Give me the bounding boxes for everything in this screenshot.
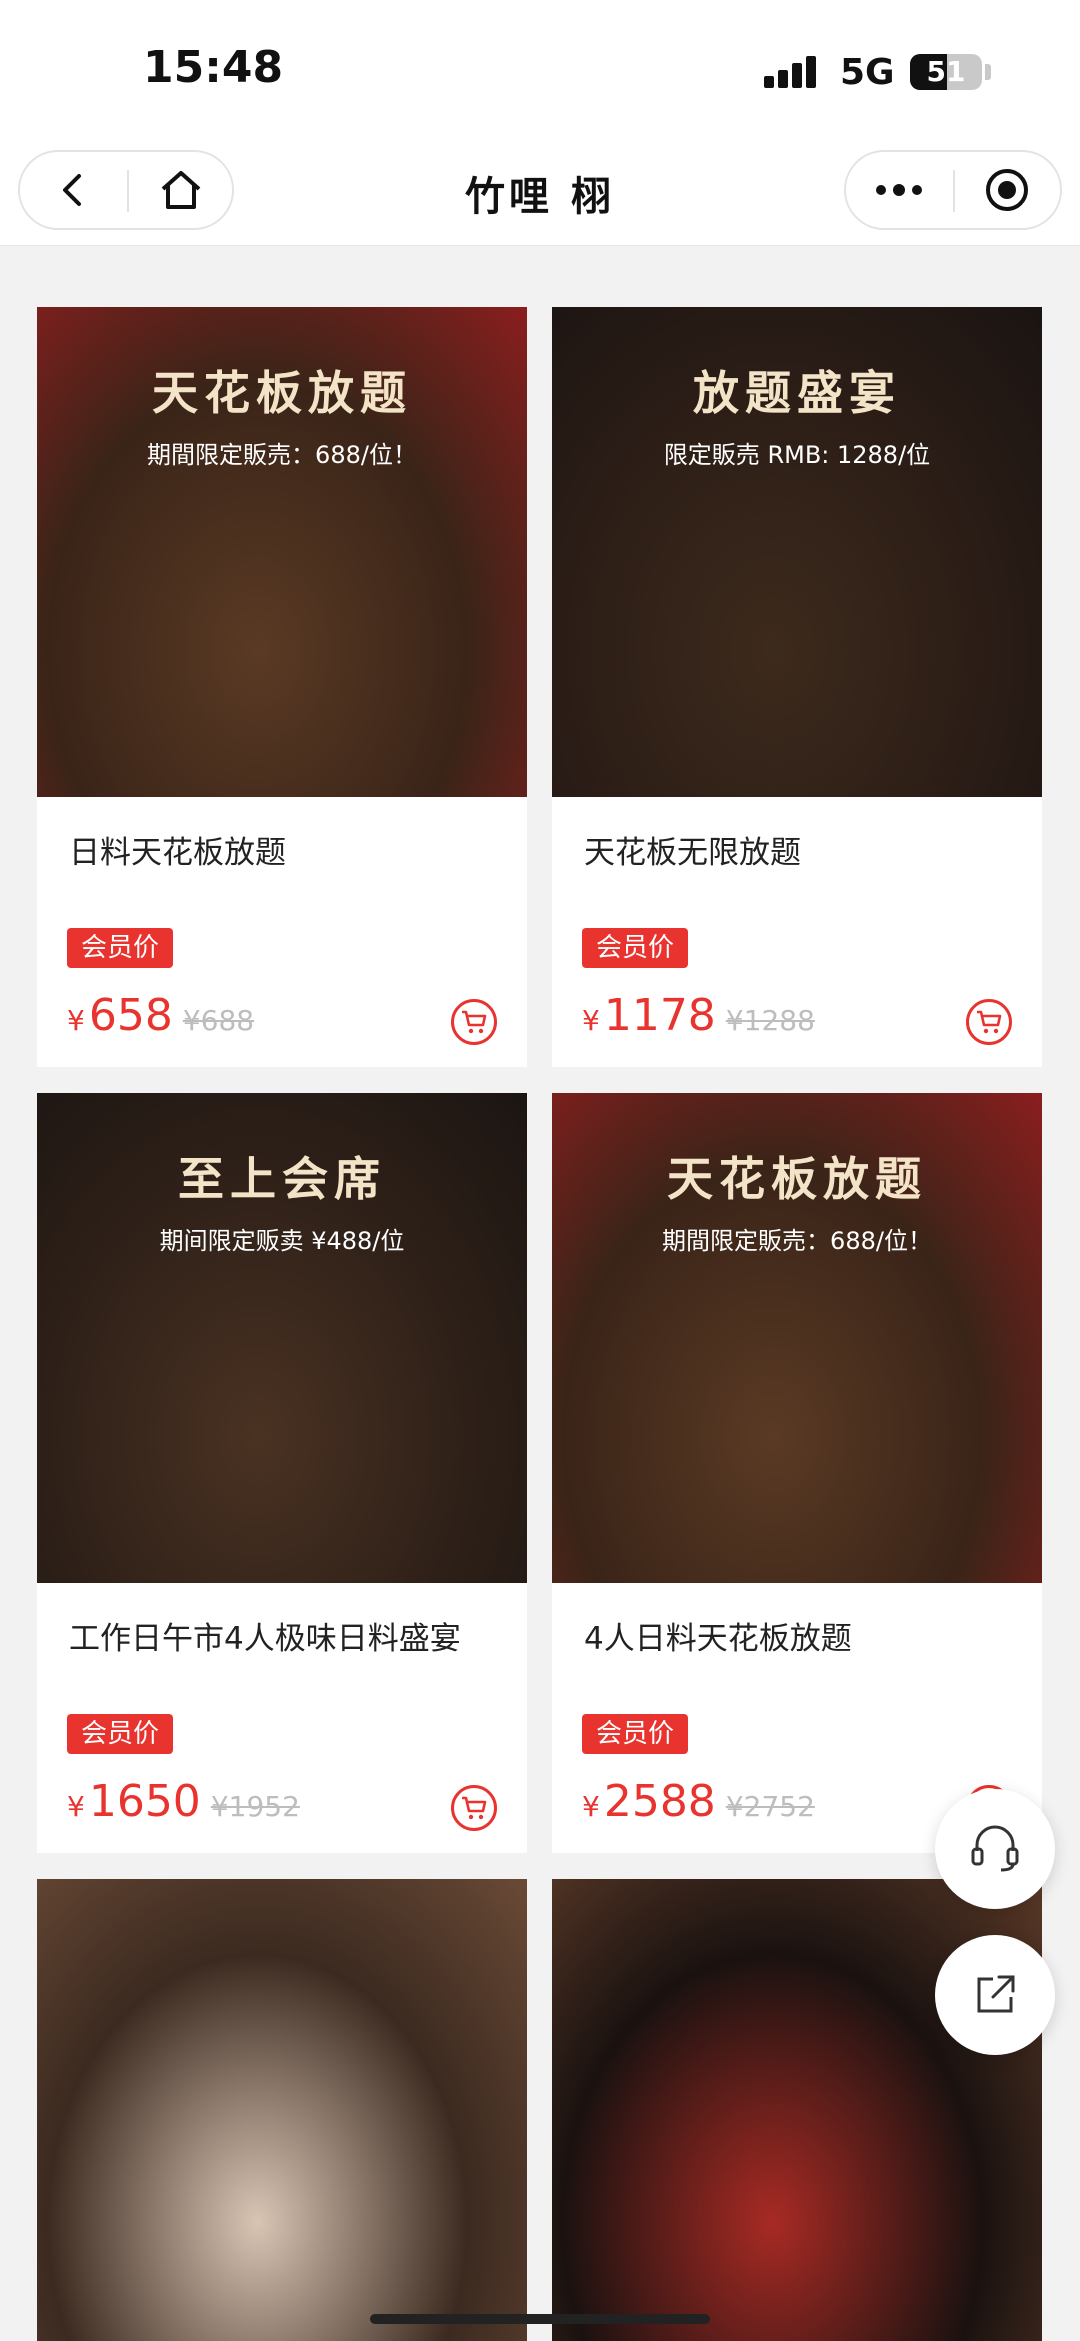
product-name: 4人日料天花板放题 [584,1621,852,1657]
image-subline: 限定販売 RMB: 1288/位 [663,441,931,469]
price-row: ¥ 1178 ¥1288 [582,990,815,1041]
product-image[interactable]: 天花板放题 期間限定販売：688/位！ [552,1093,1042,1583]
status-bar: 15:48 5G 51 [0,0,1080,150]
close-button[interactable] [954,152,1060,228]
cart-icon [462,1010,487,1034]
price-value: 2588 [603,1776,716,1827]
product-card[interactable]: 天花板放题 期間限定販売：688/位！ 4人日料天花板放题 会员价 ¥ 2588… [552,1093,1042,1853]
original-price: ¥688 [182,1004,255,1037]
price-value: 1650 [88,1776,201,1827]
share-button[interactable] [935,1935,1055,2055]
cart-icon [462,1796,487,1820]
member-price-tag: 会员价 [67,928,174,968]
battery-level: 51 [926,55,966,88]
image-subline: 期間限定販売：688/位！ [662,1227,932,1255]
price-value: 1178 [603,990,716,1041]
network-type: 5G [840,52,895,93]
original-price: ¥1288 [725,1004,815,1037]
product-name: 日料天花板放题 [69,835,286,871]
customer-service-button[interactable] [935,1789,1055,1909]
nav-bar: 竹哩 栩 [0,150,1080,246]
status-time: 15:48 [143,42,284,93]
product-card[interactable]: 放题盛宴 限定販売 RMB: 1288/位 天花板无限放题 会员价 ¥ 1178… [552,307,1042,1067]
add-to-cart-button[interactable] [451,1785,497,1831]
product-image[interactable]: 放题盛宴 限定販売 RMB: 1288/位 [552,307,1042,797]
add-to-cart-button[interactable] [966,999,1012,1045]
price-value: 658 [88,990,173,1041]
original-price: ¥2752 [725,1790,815,1823]
member-price-tag: 会员价 [582,928,689,968]
add-to-cart-button[interactable] [451,999,497,1045]
product-image[interactable] [37,1879,527,2341]
product-image[interactable]: 至上会席 期间限定贩卖 ¥488/位 [37,1093,527,1583]
currency-symbol: ¥ [582,1004,600,1037]
product-card[interactable]: 至上会席 期间限定贩卖 ¥488/位 工作日午市4人极味日料盛宴 会员价 ¥ 1… [37,1093,527,1853]
currency-symbol: ¥ [67,1790,85,1823]
product-name: 工作日午市4人极味日料盛宴 [69,1621,461,1657]
member-price-tag: 会员价 [67,1714,174,1754]
currency-symbol: ¥ [67,1004,85,1037]
home-indicator [370,2314,710,2324]
capsule-close-icon [986,169,1028,211]
member-price-tag: 会员价 [582,1714,689,1754]
more-button[interactable] [846,152,952,228]
more-dots-icon [876,184,922,196]
headset-icon [971,1825,1019,1872]
battery-icon: 51 [910,54,982,90]
share-icon [977,1975,1015,2013]
price-row: ¥ 658 ¥688 [67,990,254,1041]
product-card[interactable] [37,1879,527,2341]
image-subline: 期間限定販売：688/位！ [147,441,417,469]
signal-icon [764,54,824,88]
currency-symbol: ¥ [582,1790,600,1823]
price-row: ¥ 1650 ¥1952 [67,1776,300,1827]
battery-cap [985,64,991,80]
image-headline: 天花板放题 [667,1152,927,1206]
price-row: ¥ 2588 ¥2752 [582,1776,815,1827]
image-subline: 期间限定贩卖 ¥488/位 [159,1227,405,1255]
image-headline: 放题盛宴 [693,366,901,420]
nav-right-capsule [844,150,1062,230]
product-name: 天花板无限放题 [584,835,801,871]
image-headline: 天花板放题 [152,366,412,420]
original-price: ¥1952 [210,1790,300,1823]
product-image[interactable]: 天花板放题 期間限定販売：688/位！ [37,307,527,797]
cart-icon [977,1010,1002,1034]
image-headline: 至上会席 [178,1152,386,1206]
product-grid: 天花板放题 期間限定販売：688/位！ 日料天花板放题 会员价 ¥ 658 ¥6… [0,247,1080,2341]
product-card[interactable]: 天花板放题 期間限定販売：688/位！ 日料天花板放题 会员价 ¥ 658 ¥6… [37,307,527,1067]
